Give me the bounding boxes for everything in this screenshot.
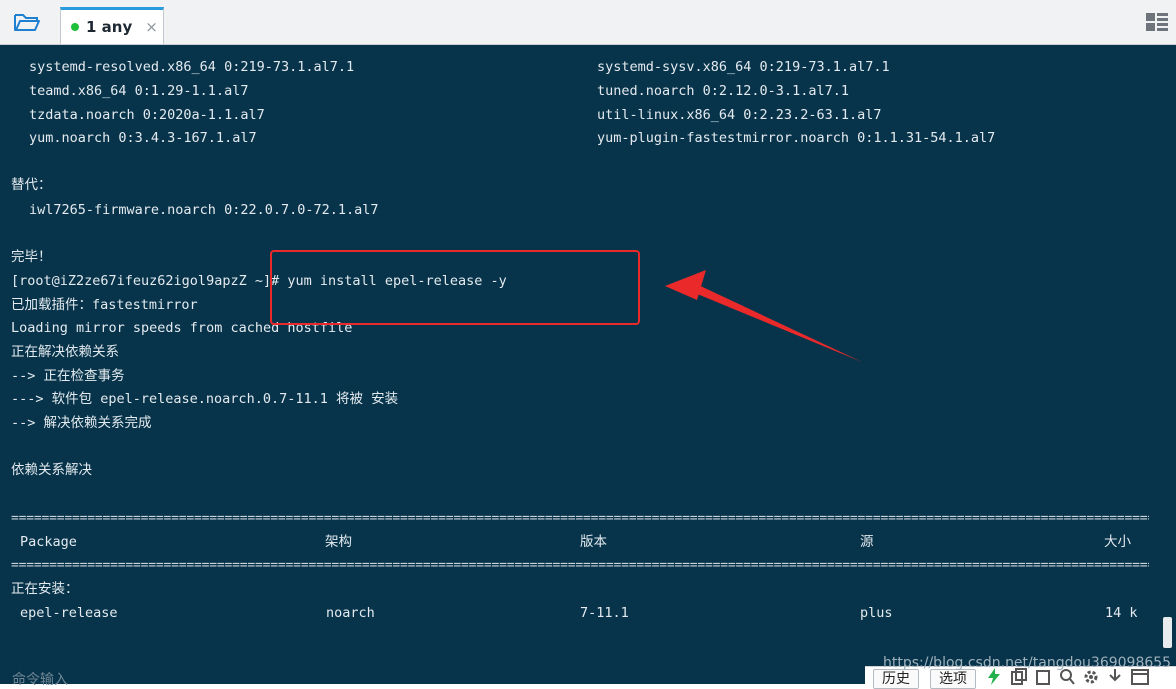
terminal-line: 正在安装： <box>0 578 79 600</box>
layout-grid-icon[interactable] <box>1146 13 1168 31</box>
tab-close-icon[interactable]: × <box>145 18 158 36</box>
terminal-line: tzdata.noarch 0:2020a-1.1.al7 util-linux… <box>0 104 881 126</box>
header-arch: 架构 <box>325 534 352 550</box>
paste-icon[interactable] <box>1035 668 1051 689</box>
updated-package: util-linux.x86_64 0:2.23.2-63.1.al7 <box>597 107 882 123</box>
terminal-line: systemd-resolved.x86_64 0:219-73.1.al7.1… <box>0 56 890 78</box>
copy-icon[interactable] <box>1011 668 1027 689</box>
gear-icon[interactable] <box>1083 668 1099 689</box>
terminal-line: teamd.x86_64 0:1.29-1.1.al7 tuned.noarch… <box>0 80 849 102</box>
tab-session[interactable]: 1 any × <box>60 7 164 44</box>
table-separator: ========================================… <box>11 559 1149 573</box>
updated-package: systemd-resolved.x86_64 0:219-73.1.al7.1 <box>29 59 355 75</box>
history-button[interactable]: 历史 <box>873 669 919 689</box>
scrollbar-thumb[interactable] <box>1163 617 1172 648</box>
terminal-line: 依赖关系解决 <box>0 459 92 481</box>
replaced-header: 替代： <box>11 177 52 193</box>
row-repo: plus <box>860 605 893 621</box>
tab-label: 1 any <box>86 18 133 36</box>
table-separator: ========================================… <box>11 512 1149 526</box>
row-package: epel-release <box>20 605 118 621</box>
updated-package: tzdata.noarch 0:2020a-1.1.al7 <box>29 107 265 123</box>
terminal-output[interactable]: systemd-resolved.x86_64 0:219-73.1.al7.1… <box>0 45 1176 684</box>
header-size: 大小 <box>1104 534 1131 550</box>
lightning-icon[interactable] <box>987 668 1001 689</box>
replaced-package: iwl7265-firmware.noarch 0:22.0.7.0-72.1.… <box>29 202 379 218</box>
deps-resolved-message: 依赖关系解决 <box>11 462 92 478</box>
updated-package: yum.noarch 0:3.4.3-167.1.al7 <box>29 130 257 146</box>
updated-package: systemd-sysv.x86_64 0:219-73.1.al7.1 <box>597 59 890 75</box>
search-icon[interactable] <box>1059 668 1075 689</box>
updated-package: tuned.noarch 0:2.12.0-3.1.al7.1 <box>597 83 849 99</box>
terminal-line: [root@iZ2ze67ifeuz62igol9apzZ ~]# yum in… <box>0 270 507 292</box>
updated-package: yum-plugin-fastestmirror.noarch 0:1.1.31… <box>597 130 996 146</box>
terminal-line: 完毕！ <box>0 246 52 268</box>
annotation-highlight-box <box>270 250 640 325</box>
header-repo: 源 <box>860 534 874 550</box>
download-icon[interactable] <box>1107 668 1123 689</box>
resolving-message: 正在解决依赖关系 <box>11 344 119 360</box>
terminal-line: 已加载插件：fastestmirror <box>0 294 198 316</box>
row-size: 14 k <box>1105 605 1138 621</box>
window-icon[interactable] <box>1131 668 1149 689</box>
installing-header: 正在安装： <box>11 581 79 597</box>
updated-package: teamd.x86_64 0:1.29-1.1.al7 <box>29 83 249 99</box>
terminal-line: yum.noarch 0:3.4.3-167.1.al7 yum-plugin-… <box>0 127 995 149</box>
done-message: 完毕！ <box>11 249 52 265</box>
status-dot-icon <box>71 23 79 31</box>
terminal-line: iwl7265-firmware.noarch 0:22.0.7.0-72.1.… <box>0 199 379 221</box>
row-arch: noarch <box>326 605 375 621</box>
header-version: 版本 <box>580 534 607 550</box>
terminal-line: --> 正在检查事务 <box>0 365 125 387</box>
terminal-line: ---> 软件包 epel-release.noarch.0.7-11.1 将被… <box>0 388 398 410</box>
plugin-message: 已加载插件：fastestmirror <box>11 297 198 313</box>
resolve-done-message: --> 解决依赖关系完成 <box>11 415 152 431</box>
terminal-line: 正在解决依赖关系 <box>0 341 119 363</box>
options-button[interactable]: 选项 <box>930 669 976 689</box>
row-version: 7-11.1 <box>580 605 629 621</box>
folder-open-icon[interactable] <box>10 8 44 36</box>
checking-message: --> 正在检查事务 <box>11 368 125 384</box>
header-package: Package <box>20 534 77 550</box>
terminal-line: 替代： <box>0 174 52 196</box>
terminal-line: --> 解决依赖关系完成 <box>0 412 152 434</box>
command-input[interactable]: 命令输入 <box>12 669 68 689</box>
watermark-url: https://blog.csdn.net/tangdou369098655 <box>883 655 1172 671</box>
top-toolbar: 1 any × <box>0 0 1176 45</box>
table-header-row: Package 架构 版本 源 大小 <box>0 531 1131 553</box>
terminal-line: Loading mirror speeds from cached hostfi… <box>0 317 352 339</box>
table-row: epel-release noarch 7-11.1 plus 14 k <box>0 602 1138 624</box>
package-message: ---> 软件包 epel-release.noarch.0.7-11.1 将被… <box>11 391 399 407</box>
